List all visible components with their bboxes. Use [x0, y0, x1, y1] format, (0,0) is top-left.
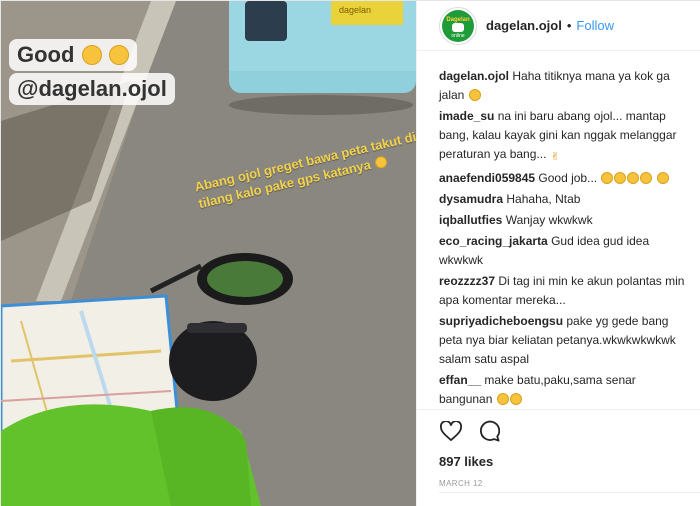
avatar[interactable]: Dagelan online [439, 6, 477, 45]
emoji-icon [627, 172, 640, 184]
list-item: dysamudra Hahaha, Ntab [439, 190, 688, 209]
laugh-emoji-icon [108, 45, 129, 65]
comment-username[interactable]: iqballutfies [439, 213, 502, 227]
emoji-icon [468, 89, 481, 101]
list-item: effan__ make batu,paku,sama senar bangun… [439, 371, 688, 409]
comment-text: Good job... [538, 171, 598, 185]
comments-list[interactable]: dagelan.ojol Haha titiknya mana ya kok g… [417, 67, 700, 409]
peace-hand-icon: ✌ [550, 151, 560, 163]
like-button[interactable] [439, 419, 463, 443]
divider [439, 492, 700, 493]
action-icons [439, 418, 680, 444]
instagram-post: dagelan Good @dagelan.ojol Abang ojol gr… [0, 0, 700, 506]
comment-username[interactable]: anaefendi059845 [439, 171, 535, 185]
comment-username[interactable]: effan__ [439, 373, 481, 387]
handle-sticker-text: @dagelan.ojol [17, 76, 167, 101]
avatar-top-text: Dagelan [446, 16, 470, 23]
comment-username[interactable]: dagelan.ojol [439, 69, 509, 83]
emoji-icon [496, 393, 509, 405]
heart-icon [440, 421, 462, 441]
post-photo[interactable]: dagelan Good @dagelan.ojol Abang ojol gr… [1, 1, 416, 506]
emoji-icon [509, 393, 522, 405]
comment-button[interactable] [477, 419, 501, 443]
emoji-icon [601, 172, 614, 184]
header-username[interactable]: dagelan.ojol [486, 18, 562, 33]
emoji-icon [640, 172, 653, 184]
dagelan-logo-icon: Dagelan online [442, 9, 474, 42]
list-item: dagelan.ojol Haha titiknya mana ya kok g… [439, 67, 688, 105]
follow-button[interactable]: Follow [576, 18, 614, 33]
comment-text: Hahaha, Ntab [506, 192, 581, 206]
list-item: eco_racing_jakarta Gud idea gud idea wkw… [439, 232, 688, 270]
emoji-icon [614, 172, 627, 184]
avatar-bottom-text: online [451, 32, 465, 39]
list-item: anaefendi059845 Good job... [439, 169, 688, 188]
grin-emoji-icon [81, 45, 102, 65]
smile-emoji-icon [373, 155, 389, 170]
post-date[interactable]: MARCH 12 [439, 479, 680, 488]
post-actions: 897 likes MARCH 12 [417, 409, 700, 506]
list-item: iqballutfies Wanjay wkwkwk [439, 211, 688, 230]
comment-username[interactable]: eco_racing_jakarta [439, 234, 548, 248]
post-side-panel: Dagelan online dagelan.ojol • Follow dag… [416, 1, 700, 506]
good-sticker: Good [9, 39, 137, 71]
list-item: supriyadicheboengsu pake yg gede bang pe… [439, 312, 688, 369]
comment-text: Wanjay wkwkwk [505, 213, 593, 227]
likes-count[interactable]: 897 likes [439, 454, 680, 469]
comment-username[interactable]: imade_su [439, 109, 494, 123]
handle-sticker: @dagelan.ojol [9, 73, 175, 105]
comment-username[interactable]: reozzzz37 [439, 274, 495, 288]
comment-username[interactable]: supriyadicheboengsu [439, 314, 563, 328]
list-item: reozzzz37 Di tag ini min ke akun polanta… [439, 272, 688, 310]
good-sticker-text: Good [17, 42, 75, 67]
comment-username[interactable]: dysamudra [439, 192, 503, 206]
svg-text:dagelan: dagelan [339, 5, 371, 15]
comment-bubble-icon [480, 420, 500, 442]
post-header: Dagelan online dagelan.ojol • Follow [417, 1, 700, 51]
avatar-face-icon [452, 22, 464, 32]
emoji-icon [656, 172, 669, 184]
header-separator: • [566, 18, 572, 33]
list-item: imade_su na ini baru abang ojol... manta… [439, 107, 688, 167]
